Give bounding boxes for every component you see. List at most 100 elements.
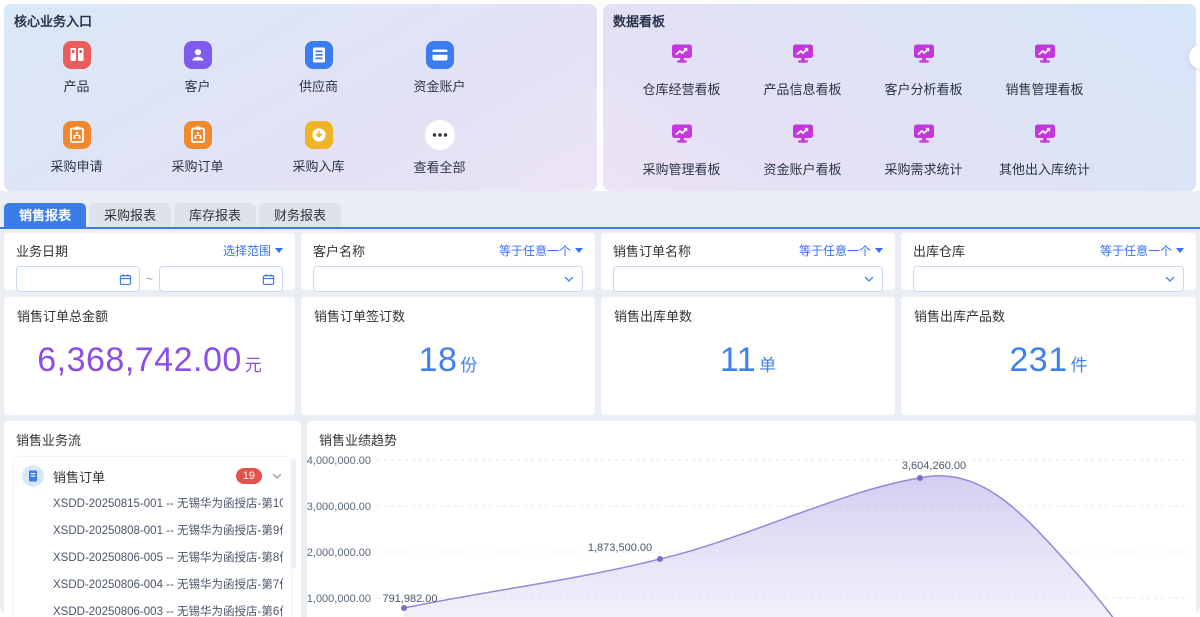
sales-order-row[interactable]: XSDD-20250815-001 -- 无锡华为函授店-第10份销售订单 [53, 491, 283, 518]
customers-icon [183, 41, 212, 69]
entry-label: 查看全部 [413, 160, 466, 175]
sales-order-row[interactable]: XSDD-20250806-005 -- 无锡华为函授店-第8份销售订单 [53, 545, 283, 572]
purchase-request-icon [62, 121, 91, 149]
view-all-icon [424, 120, 455, 150]
entry-label: 客户 [184, 79, 211, 94]
sales-order-row[interactable]: XSDD-20250806-003 -- 无锡华为函授店-第6份销售订单 [53, 599, 283, 617]
caret-down-icon [1176, 248, 1184, 253]
entry-label: 采购订单 [171, 159, 224, 174]
sales-order-select[interactable] [613, 266, 883, 292]
report-tabbar: 销售报表 采购报表 库存报表 财务报表 [4, 203, 342, 228]
point-label: 1,873,500.00 [588, 542, 652, 554]
entry-item-products[interactable]: 产品 [16, 28, 137, 108]
y-tick-label: 3,000,000.00 [307, 501, 371, 513]
dashboard-item-capital-account[interactable]: 资金账户看板 [742, 108, 863, 188]
purchase-order-icon [183, 121, 212, 149]
document-icon [22, 465, 44, 487]
dashboard-item-sales-mgmt[interactable]: 销售管理看板 [984, 28, 1105, 108]
sales-order-group-header[interactable]: 销售订单 19 [22, 465, 283, 487]
dashboard-item-purchase-demand[interactable]: 采购需求统计 [863, 108, 984, 188]
dashboard-item-other-io[interactable]: 其他出入库统计 [984, 108, 1105, 188]
customer-condition-link[interactable]: 等于任意一个 [499, 242, 583, 259]
data-point[interactable] [917, 475, 923, 481]
entry-item-purchase-order[interactable]: 采购订单 [137, 108, 258, 188]
start-date-input[interactable] [16, 266, 140, 292]
entry-item-purchase-request[interactable]: 采购申请 [16, 108, 137, 188]
customer-select[interactable] [313, 266, 583, 292]
count-badge: 19 [235, 468, 262, 484]
suppliers-icon [304, 41, 333, 69]
sales-order-row[interactable]: XSDD-20250806-004 -- 无锡华为函授店-第7份销售订单 [53, 572, 283, 599]
chevron-down-icon [1165, 276, 1175, 283]
stat-unit: 元 [244, 356, 262, 375]
dashboard-label: 资金账户看板 [763, 161, 842, 177]
dashboard-item-warehouse[interactable]: 仓库经营看板 [621, 28, 742, 108]
end-date-input[interactable] [159, 266, 284, 292]
tab-finance-report[interactable]: 财务报表 [259, 203, 342, 228]
dashboard-page: 核心业务入口 产品 客户 供应商 资金账户 采购申请 采购订单 采购入库 查看全… [0, 0, 1200, 617]
entry-item-view-all[interactable]: 查看全部 [379, 108, 500, 188]
dashboard-grid: 仓库经营看板 产品信息看板 客户分析看板 销售管理看板 采购管理看板 资金账户看… [621, 28, 1105, 188]
sales-order-row[interactable]: XSDD-20250808-001 -- 无锡华为函授店-第9份销售订单 [53, 518, 283, 545]
monitor-chart-icon [668, 119, 696, 152]
monitor-chart-icon [910, 119, 938, 152]
flow-title: 销售业务流 [16, 433, 82, 448]
sales-order-group: 销售订单 19 XSDD-20250815-001 -- 无锡华为函授店-第10… [14, 457, 291, 617]
tab-sales-report[interactable]: 销售报表 [4, 203, 87, 228]
warehouse-select[interactable] [913, 266, 1184, 292]
calendar-icon [119, 273, 132, 285]
date-range-separator: ~ [146, 272, 154, 286]
core-business-panel: 核心业务入口 产品 客户 供应商 资金账户 采购申请 采购订单 采购入库 查看全… [4, 4, 597, 191]
dashboard-item-customer-analysis[interactable]: 客户分析看板 [863, 28, 984, 108]
dashboard-item-purchase-mgmt[interactable]: 采购管理看板 [621, 108, 742, 188]
stat-value: 11 [719, 341, 757, 379]
y-tick-label: 2,000,000.00 [307, 547, 371, 559]
tab-inventory-report[interactable]: 库存报表 [174, 203, 257, 228]
dashboard-label: 采购管理看板 [642, 161, 721, 177]
filter-outbound-warehouse: 出库仓库 等于任意一个 [901, 233, 1196, 292]
point-label: 791,982.00 [382, 593, 437, 605]
sales-order-list: XSDD-20250815-001 -- 无锡华为函授店-第10份销售订单 XS… [22, 491, 283, 617]
flow-group-label: 销售订单 [53, 469, 106, 485]
tab-active-underline [0, 227, 1200, 229]
capital-account-icon [425, 41, 454, 69]
trend-area-fill [404, 475, 1113, 617]
sales-order-condition-link[interactable]: 等于任意一个 [799, 242, 883, 259]
entry-label: 供应商 [298, 79, 338, 94]
caret-down-icon [875, 248, 883, 253]
stat-label: 销售出库产品数 [914, 309, 1006, 324]
chevron-down-icon [864, 276, 874, 283]
dashboard-label: 销售管理看板 [1005, 81, 1084, 97]
date-range-condition-link[interactable]: 选择范围 [223, 242, 283, 259]
entry-label: 产品 [63, 79, 90, 94]
sales-business-flow-card: 销售业务流 销售订单 19 XSDD-20250815-001 -- 无锡华为函… [4, 421, 301, 617]
caret-down-icon [575, 248, 583, 253]
entry-item-capital-account[interactable]: 资金账户 [379, 28, 500, 108]
stat-card-outbound-products: 销售出库产品数 231 件 [901, 297, 1196, 415]
list-scrollbar-thumb[interactable] [292, 459, 296, 569]
data-point[interactable] [401, 605, 407, 611]
filter-label: 客户名称 [313, 244, 366, 259]
filter-sales-order-name: 销售订单名称 等于任意一个 [601, 233, 895, 292]
dashboard-item-product-info[interactable]: 产品信息看板 [742, 28, 863, 108]
point-label: 3,604,260.00 [902, 460, 966, 472]
y-tick-label: 4,000,000.00 [307, 455, 371, 467]
stat-unit: 件 [1070, 356, 1088, 375]
caret-down-icon [275, 248, 283, 253]
warehouse-condition-link[interactable]: 等于任意一个 [1100, 242, 1184, 259]
tab-purchase-report[interactable]: 采购报表 [89, 203, 172, 228]
calendar-icon [262, 273, 275, 285]
data-point[interactable] [657, 556, 663, 562]
filter-label: 出库仓库 [913, 244, 966, 259]
products-icon [62, 41, 91, 69]
entry-item-suppliers[interactable]: 供应商 [258, 28, 379, 108]
sales-trend-card: 销售业绩趋势 4,000,000.00 3,000,000.00 2,000,0… [307, 421, 1196, 617]
entry-item-customers[interactable]: 客户 [137, 28, 258, 108]
dashboard-label: 采购需求统计 [884, 161, 963, 177]
dashboard-label: 仓库经营看板 [642, 81, 721, 97]
monitor-chart-icon [789, 39, 817, 72]
entry-label: 采购申请 [50, 159, 103, 174]
chevron-down-icon [564, 276, 574, 283]
entry-item-purchase-inbound[interactable]: 采购入库 [258, 108, 379, 188]
y-tick-label: 1,000,000.00 [307, 593, 371, 605]
